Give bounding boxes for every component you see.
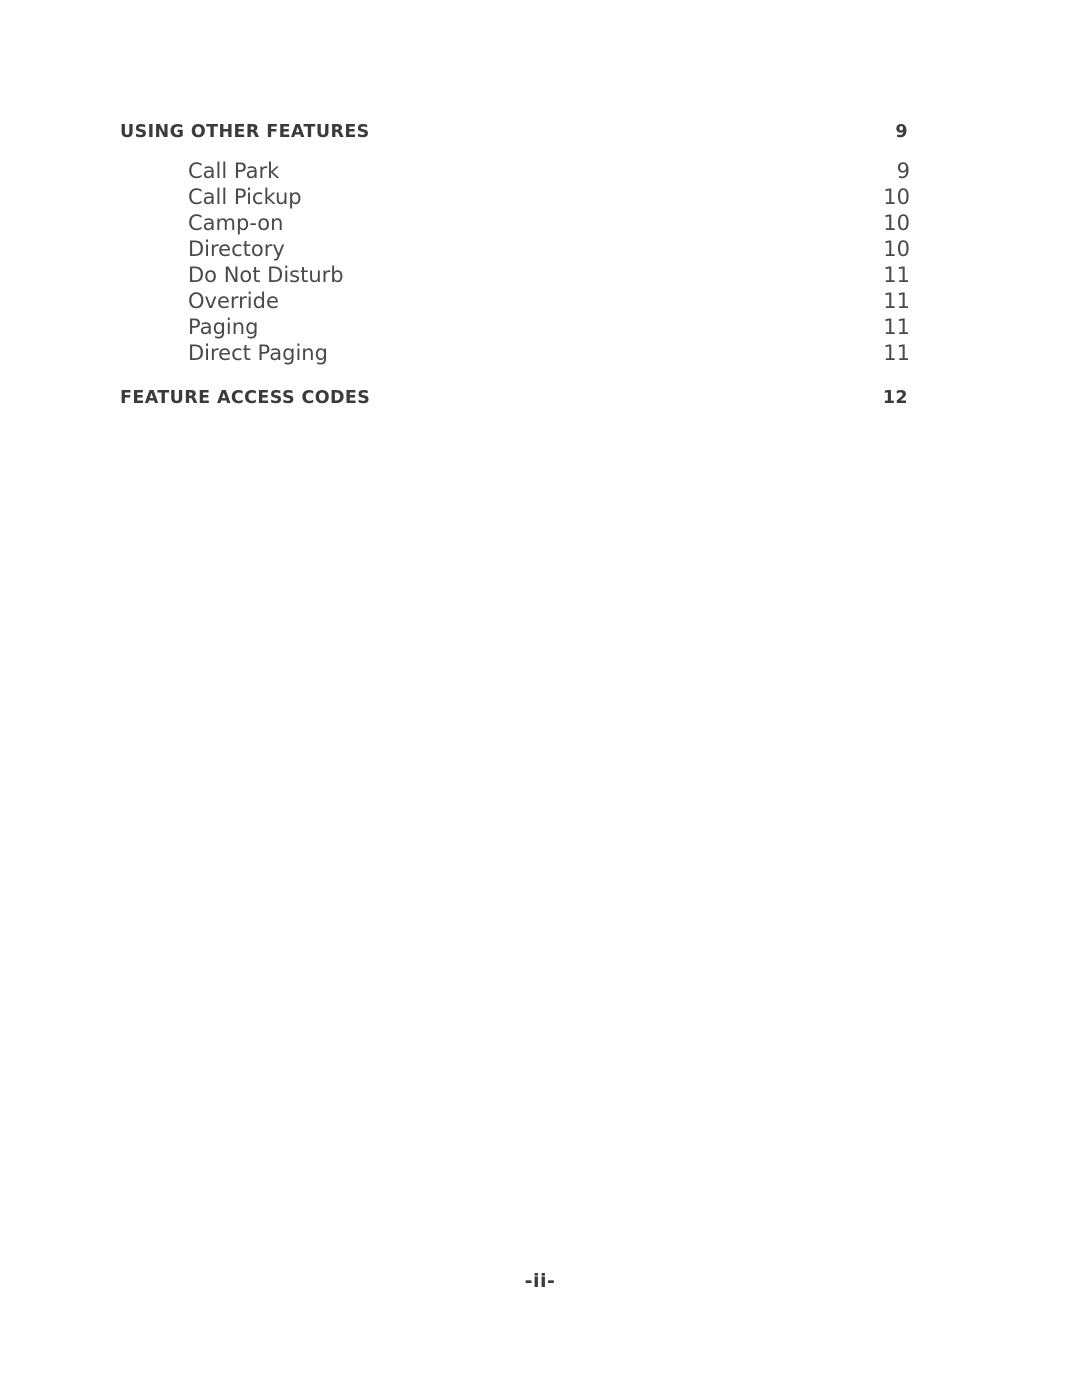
toc-entry-label: Direct Paging [188,341,328,365]
toc-entry-page: 11 [883,315,910,339]
toc-entry-label: Paging [188,315,259,339]
toc-entry-page: 10 [883,211,910,235]
page-number: -ii- [524,1270,556,1292]
toc-section-page: 9 [895,122,908,142]
toc-entry-page: 10 [883,185,910,209]
toc-entry-page: 11 [883,289,910,313]
page-footer: -ii- [0,1270,1080,1292]
toc-entry[interactable]: Paging 11 [120,314,910,340]
toc-section-title: USING OTHER FEATURES [120,122,370,142]
toc-entry-page: 9 [896,159,910,183]
toc-section-page: 12 [882,388,908,408]
document-page: USING OTHER FEATURES 9 Call Park 9 Call … [0,0,1080,1397]
toc-entry[interactable]: Call Park 9 [120,158,910,184]
table-of-contents: USING OTHER FEATURES 9 Call Park 9 Call … [120,122,910,424]
toc-entry-label: Directory [188,237,285,261]
toc-entry[interactable]: Call Pickup 10 [120,184,910,210]
toc-entry-label: Do Not Disturb [188,263,344,287]
toc-entry-label: Override [188,289,279,313]
toc-entry-label: Camp-on [188,211,284,235]
toc-entry-list: Call Park 9 Call Pickup 10 Camp-on 10 Di… [120,158,910,366]
toc-entry-page: 11 [883,341,910,365]
toc-entry-page: 10 [883,237,910,261]
toc-section-heading[interactable]: FEATURE ACCESS CODES 12 [120,388,910,408]
toc-entry[interactable]: Camp-on 10 [120,210,910,236]
toc-section-heading[interactable]: USING OTHER FEATURES 9 [120,122,910,142]
toc-entry-label: Call Pickup [188,185,302,209]
toc-entry[interactable]: Direct Paging 11 [120,340,910,366]
toc-entry-page: 11 [883,263,910,287]
toc-entry[interactable]: Override 11 [120,288,910,314]
toc-entry[interactable]: Directory 10 [120,236,910,262]
toc-entry-label: Call Park [188,159,280,183]
toc-section-title: FEATURE ACCESS CODES [120,388,371,408]
toc-entry[interactable]: Do Not Disturb 11 [120,262,910,288]
